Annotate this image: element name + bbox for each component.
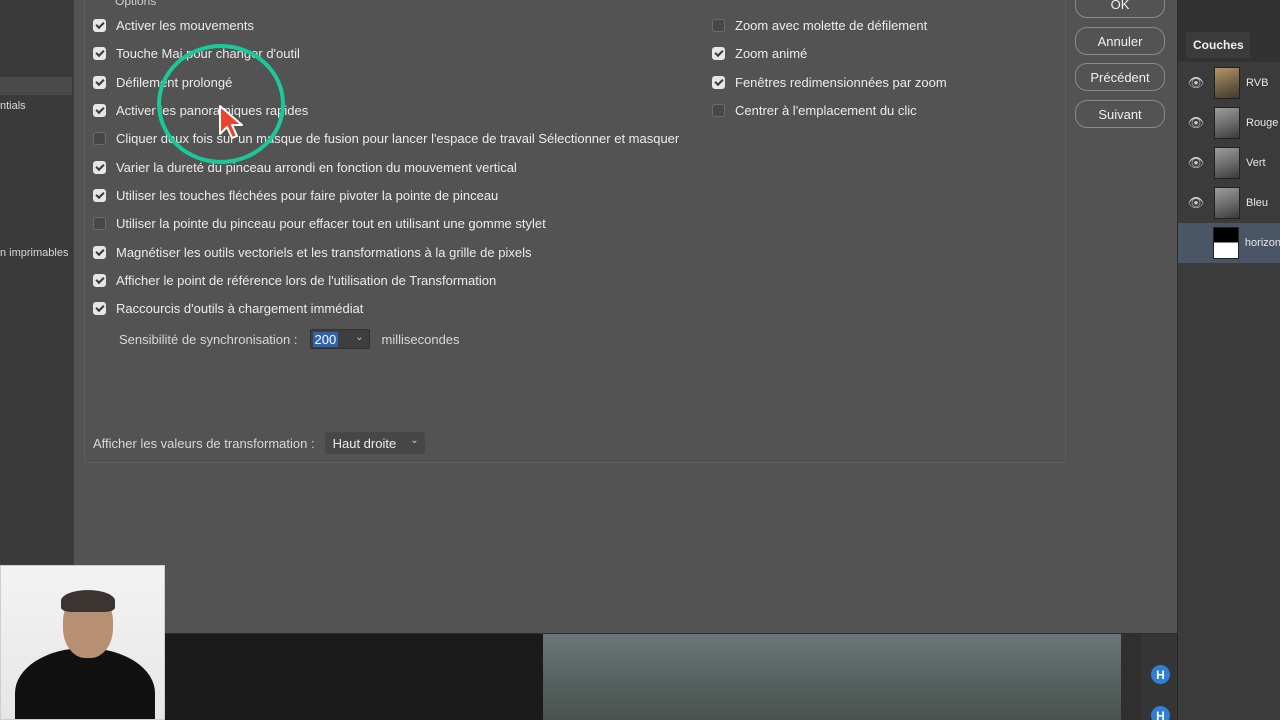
tab-couches[interactable]: Couches (1186, 32, 1250, 58)
channel-row-rvb[interactable]: 👁 RVB (1178, 63, 1280, 103)
option-label: Défilement prolongé (116, 74, 233, 90)
presenter-hair (61, 590, 115, 612)
option-label: Utiliser la pointe du pinceau pour effac… (116, 215, 546, 231)
checkbox[interactable] (93, 273, 106, 287)
h-plugin-icon[interactable]: H (1151, 665, 1170, 684)
channel-name: Rouge (1246, 117, 1279, 129)
chevron-down-icon[interactable]: ⌄ (410, 435, 418, 446)
sync-sensitivity-input[interactable]: 200 ⌄ (309, 329, 370, 349)
option-label: Activer les mouvements (116, 17, 254, 33)
channel-thumbnail (1214, 187, 1240, 219)
preferences-dialog: Options Activer les mouvements Touche Ma… (74, 0, 1178, 634)
transform-values-label: Afficher les valeurs de transformation : (93, 435, 315, 451)
option-touches-flechees[interactable]: Utiliser les touches fléchées pour faire… (93, 185, 498, 205)
option-label: Activer les panoramiques rapides (116, 102, 309, 118)
option-fenetres-zoom[interactable]: Fenêtres redimensionnées par zoom (712, 72, 947, 92)
option-label: Touche Maj pour changer d'outil (116, 45, 300, 61)
channel-thumbnail (1213, 227, 1239, 259)
option-label: Zoom animé (735, 45, 808, 61)
sync-sensitivity-row: Sensibilité de synchronisation : 200 ⌄ m… (119, 328, 460, 350)
option-label: Fenêtres redimensionnées par zoom (735, 74, 947, 90)
channel-thumbnail (1214, 67, 1240, 99)
h-plugin-icon-2[interactable]: H (1151, 706, 1170, 720)
checkbox[interactable] (712, 75, 725, 89)
canvas-dark-area (165, 634, 543, 720)
transform-values-selected: Haut droite (332, 435, 397, 451)
eye-icon[interactable]: 👁 (1178, 155, 1214, 171)
ok-button[interactable]: OK (1075, 0, 1165, 18)
channel-name: horizon (1244, 237, 1280, 249)
channel-name: Bleu (1246, 197, 1269, 209)
eye-icon[interactable]: 👁 (1178, 115, 1214, 131)
option-zoom-molette[interactable]: Zoom avec molette de défilement (712, 15, 927, 35)
option-gomme-stylet[interactable]: Utiliser la pointe du pinceau pour effac… (93, 213, 546, 233)
next-button[interactable]: Suivant (1075, 100, 1165, 128)
option-label: Centrer à l'emplacement du clic (735, 102, 917, 118)
option-point-reference[interactable]: Afficher le point de référence lors de l… (93, 270, 496, 290)
checkbox[interactable] (712, 18, 725, 32)
channels-panel: Couches 👁 RVB 👁 Rouge 👁 Vert 👁 Bleu hori… (1177, 0, 1280, 720)
previous-button[interactable]: Précédent (1075, 63, 1165, 91)
option-label: Raccourcis d'outils à chargement immédia… (116, 300, 364, 316)
canvas-photo (543, 634, 1121, 720)
checkbox[interactable] (93, 216, 106, 230)
option-panoramiques-rapides[interactable]: Activer les panoramiques rapides (93, 100, 308, 120)
channel-thumbnail (1214, 107, 1240, 139)
channel-name: RVB (1246, 77, 1269, 89)
transform-values-select[interactable]: Haut droite ⌄ (324, 432, 425, 454)
presenter-body (15, 648, 155, 719)
checkbox[interactable] (93, 245, 106, 259)
channel-thumbnail (1214, 147, 1240, 179)
checkbox[interactable] (93, 160, 106, 174)
transform-values-row: Afficher les valeurs de transformation :… (93, 432, 425, 454)
option-label: Cliquer deux fois sur un masque de fusio… (116, 130, 680, 146)
left-panel-label-imprimables: n imprimables (0, 247, 69, 259)
checkbox[interactable] (93, 18, 106, 32)
sync-sensitivity-unit: millisecondes (381, 331, 460, 347)
sync-sensitivity-label: Sensibilité de synchronisation : (119, 331, 298, 347)
sync-sensitivity-value[interactable]: 200 (312, 331, 339, 347)
option-durete-pinceau[interactable]: Varier la dureté du pinceau arrondi en f… (93, 157, 517, 177)
channel-name: Vert (1246, 157, 1266, 169)
option-label: Magnétiser les outils vectoriels et les … (116, 244, 532, 260)
eye-icon[interactable]: 👁 (1178, 195, 1214, 211)
option-label: Zoom avec molette de défilement (735, 17, 928, 33)
checkbox[interactable] (93, 301, 106, 315)
checkbox[interactable] (93, 75, 106, 89)
channel-row-vert[interactable]: 👁 Vert (1178, 143, 1280, 183)
channel-row-horizon[interactable]: horizon (1178, 223, 1280, 263)
option-label: Varier la dureté du pinceau arrondi en f… (116, 159, 517, 175)
chevron-down-icon[interactable]: ⌄ (355, 332, 363, 343)
checkbox[interactable] (712, 46, 725, 60)
channels-tabbar: Couches (1178, 0, 1280, 62)
left-panel-label-essentials: ntials (0, 100, 26, 112)
option-activer-mouvements[interactable]: Activer les mouvements (93, 15, 254, 35)
option-defilement-prolonge[interactable]: Défilement prolongé (93, 72, 232, 92)
option-zoom-anime[interactable]: Zoom animé (712, 43, 807, 63)
option-masque-fusion[interactable]: Cliquer deux fois sur un masque de fusio… (93, 128, 679, 148)
option-centrer-clic[interactable]: Centrer à l'emplacement du clic (712, 100, 917, 120)
checkbox[interactable] (93, 46, 106, 60)
checkbox[interactable] (93, 131, 106, 145)
canvas-edge (1121, 634, 1141, 720)
cancel-button[interactable]: Annuler (1075, 27, 1165, 55)
options-group-title: Options (115, 0, 157, 8)
option-raccourcis-outils[interactable]: Raccourcis d'outils à chargement immédia… (93, 298, 363, 318)
option-touche-maj[interactable]: Touche Maj pour changer d'outil (93, 43, 300, 63)
option-magnetiser-outils[interactable]: Magnétiser les outils vectoriels et les … (93, 242, 531, 262)
option-label: Utiliser les touches fléchées pour faire… (116, 187, 499, 203)
channel-row-bleu[interactable]: 👁 Bleu (1178, 183, 1280, 223)
option-label: Afficher le point de référence lors de l… (116, 272, 497, 288)
webcam-overlay (0, 565, 165, 720)
checkbox[interactable] (712, 103, 725, 117)
channel-row-rouge[interactable]: 👁 Rouge (1178, 103, 1280, 143)
checkbox[interactable] (93, 103, 106, 117)
left-panel-selected-row (0, 77, 72, 95)
checkbox[interactable] (93, 188, 106, 202)
eye-icon[interactable]: 👁 (1178, 75, 1214, 91)
